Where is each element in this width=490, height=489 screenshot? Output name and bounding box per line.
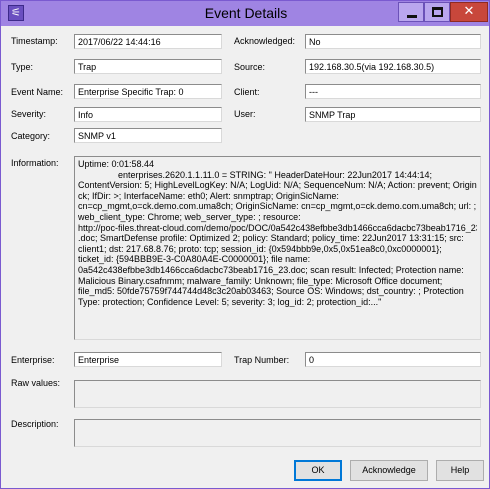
category-field[interactable]: SNMP v1 bbox=[74, 128, 222, 143]
type-label: Type: bbox=[11, 62, 34, 72]
description-label: Description: bbox=[11, 419, 59, 429]
source-field[interactable]: 192.168.30.5(via 192.168.30.5) bbox=[305, 59, 481, 74]
information-line: ticket_id: {594BBB9E-3-C0A80A4E-C0000001… bbox=[78, 254, 311, 265]
severity-label: Severity: bbox=[11, 109, 47, 119]
enterprise-field[interactable]: Enterprise bbox=[74, 352, 222, 367]
information-line: file_md5: 50fde75759f744744d48c3c20ab034… bbox=[78, 286, 464, 297]
ok-button[interactable]: OK bbox=[294, 460, 342, 481]
source-label: Source: bbox=[234, 62, 266, 72]
window-title: Event Details bbox=[204, 5, 288, 21]
information-line: ContentVersion: 5; HighLevelLogKey: N/A;… bbox=[78, 180, 477, 191]
information-line: Uptime: 0:01:58.44 bbox=[78, 159, 155, 169]
acknowledge-button[interactable]: Acknowledge bbox=[350, 460, 428, 481]
client-field[interactable]: --- bbox=[305, 84, 481, 99]
user-label: User: bbox=[234, 109, 256, 119]
information-line: Type: protection; Confidence Level: 5; s… bbox=[78, 296, 382, 307]
information-text[interactable]: Uptime: 0:01:58.44 enterprises.2620.1.1.… bbox=[74, 156, 481, 340]
help-button[interactable]: Help bbox=[436, 460, 484, 481]
event-name-label: Event Name: bbox=[11, 87, 64, 97]
information-line: Malicious Binary.csafnmm; malware_family… bbox=[78, 275, 443, 286]
information-label: Information: bbox=[11, 158, 59, 168]
close-button[interactable]: ✕ bbox=[450, 2, 488, 22]
maximize-button[interactable] bbox=[424, 2, 450, 22]
event-name-field[interactable]: Enterprise Specific Trap: 0 bbox=[74, 84, 222, 99]
category-label: Category: bbox=[11, 131, 51, 141]
information-line: cn=cp_mgmt,o=ck.demo.com.uma8ch; OriginS… bbox=[78, 201, 477, 212]
timestamp-label: Timestamp: bbox=[11, 36, 58, 46]
information-line: http://poc-files.threat-cloud.com/demo/p… bbox=[78, 222, 477, 233]
maximize-icon bbox=[432, 7, 443, 17]
event-details-window: ⚟ Event Details ✕ Timestamp: 2017/06/22 … bbox=[0, 0, 490, 489]
minimize-icon bbox=[407, 15, 417, 18]
type-field[interactable]: Trap bbox=[74, 59, 222, 74]
information-line: .doc; SmartDefense profile: Optimized 2;… bbox=[78, 233, 464, 244]
timestamp-field[interactable]: 2017/06/22 14:44:16 bbox=[74, 34, 222, 49]
information-line: enterprises.2620.1.1.11.0 = STRING: " He… bbox=[78, 169, 432, 180]
user-field[interactable]: SNMP Trap bbox=[305, 107, 481, 122]
information-line: ck; IfDir: >; InterfaceName: eth0; Alert… bbox=[78, 190, 339, 201]
trap-number-field[interactable]: 0 bbox=[305, 352, 481, 367]
minimize-button[interactable] bbox=[398, 2, 424, 22]
information-line: web_client_type: Chrome; web_server_type… bbox=[78, 211, 301, 222]
app-icon: ⚟ bbox=[8, 5, 24, 21]
information-line: 0a542c438efbbe3db1466cca6dacbc73beab1716… bbox=[78, 264, 464, 275]
title-bar[interactable]: ⚟ Event Details ✕ bbox=[1, 1, 489, 26]
acknowledged-field[interactable]: No bbox=[305, 34, 481, 49]
information-line: client1; dst: 217.68.8.76; proto: tcp; s… bbox=[78, 243, 442, 254]
close-icon: ✕ bbox=[463, 4, 475, 19]
description-field[interactable] bbox=[74, 419, 481, 447]
raw-values-label: Raw values: bbox=[11, 378, 61, 388]
raw-values-field[interactable] bbox=[74, 380, 481, 408]
client-label: Client: bbox=[234, 87, 260, 97]
trap-number-label: Trap Number: bbox=[234, 355, 290, 365]
enterprise-label: Enterprise: bbox=[11, 355, 55, 365]
severity-field[interactable]: Info bbox=[74, 107, 222, 122]
acknowledged-label: Acknowledged: bbox=[234, 36, 296, 46]
